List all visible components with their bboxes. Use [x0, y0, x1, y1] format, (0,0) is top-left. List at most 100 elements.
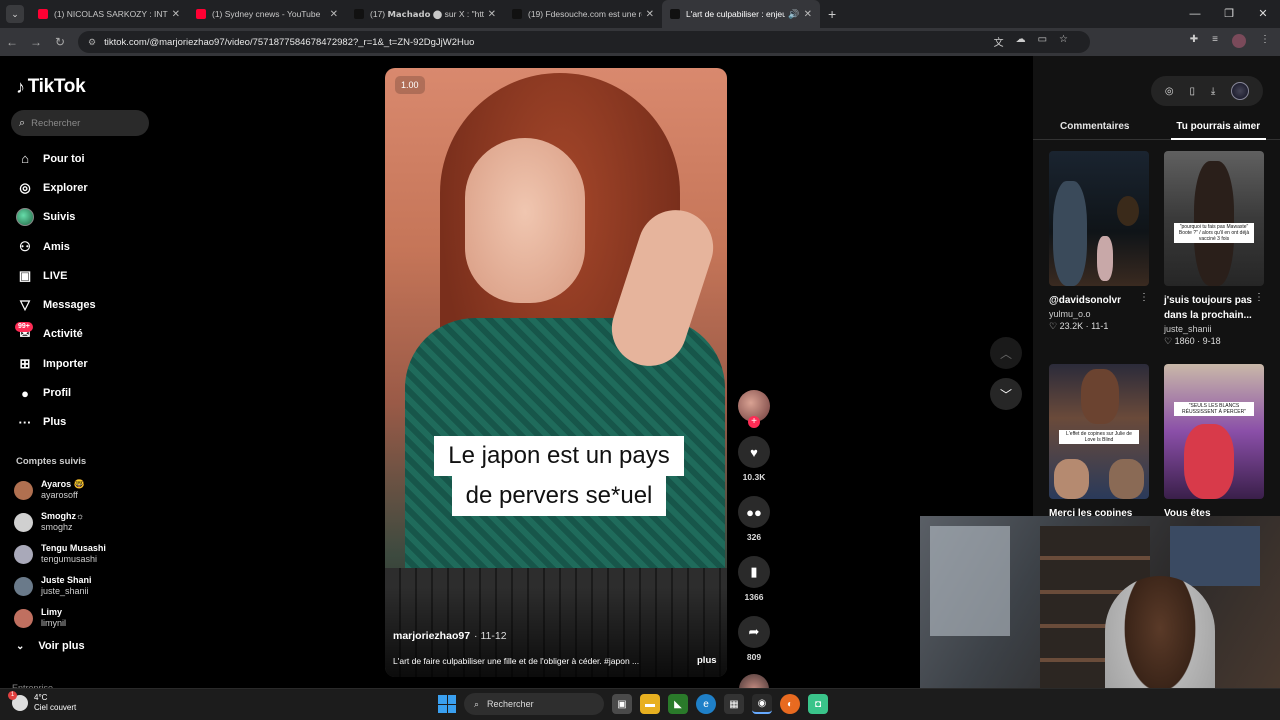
more-options-icon[interactable]: ⋮ — [1139, 292, 1149, 303]
translate-icon[interactable]: 文 — [994, 34, 1004, 49]
menu-item-importer[interactable]: ⊞ Importer — [0, 349, 160, 378]
coin-icon[interactable]: ◎ — [1165, 86, 1174, 97]
taskbar-search[interactable]: ⌕ Rechercher — [464, 693, 604, 715]
tab-comments[interactable]: Commentaires — [1033, 114, 1157, 139]
share-icon[interactable]: ➦ — [738, 616, 770, 648]
video-card[interactable]: "pourquoi tu fais pas Mawaste" Boote ?" … — [1164, 151, 1264, 347]
menu-item-amis[interactable]: ⚇ Amis — [0, 232, 160, 261]
restore-icon[interactable]: ❐ — [1212, 0, 1246, 28]
speaker-icon[interactable]: 🔊 — [788, 9, 799, 20]
video-card[interactable]: @davidsonolvr yulmu_o.o ♡ 23.2K · 11-1 ⋮ — [1049, 151, 1149, 332]
video-player[interactable]: 1.00 Le japon est un pays de pervers se*… — [385, 68, 727, 677]
comment-icon[interactable]: ●● — [738, 496, 770, 528]
menu-item-profil[interactable]: ● Profil — [0, 378, 160, 407]
close-tab-icon[interactable]: ✕ — [804, 9, 812, 20]
creator-avatar[interactable]: + — [738, 390, 770, 428]
cloud-icon[interactable]: ☁ — [1016, 34, 1026, 49]
save-action[interactable]: ▮ 1366 — [736, 556, 772, 602]
video-thumbnail[interactable]: "pourquoi tu fais pas Mawaste" Boote ?" … — [1164, 151, 1264, 286]
close-tab-icon[interactable]: ✕ — [330, 9, 338, 20]
start-button[interactable] — [438, 695, 456, 713]
media-control-icon[interactable]: ≡ — [1212, 34, 1218, 48]
follow-plus-icon[interactable]: + — [748, 416, 760, 428]
download-icon[interactable]: ⤓ — [1211, 86, 1215, 97]
more-icon: ··· — [18, 414, 32, 430]
browser-menu-icon[interactable]: ⋮ — [1260, 34, 1270, 48]
menu-item-explorer[interactable]: ◎ Explorer — [0, 173, 160, 202]
browser-tab[interactable]: L'art de culpabiliser : enjeu 🔊 ✕ — [662, 0, 820, 28]
bookmark-icon[interactable]: ▮ — [738, 556, 770, 588]
following-account[interactable]: Tengu Musashi tengumusashi — [14, 538, 154, 570]
tab-favicon-icon — [512, 9, 522, 19]
browser-tab[interactable]: (1) NICOLAS SARKOZY : INTERV ✕ — [30, 0, 188, 28]
close-tab-icon[interactable]: ✕ — [646, 9, 654, 20]
following-account[interactable]: Limy limynil — [14, 602, 154, 634]
notification-badge: 99+ — [15, 321, 33, 332]
tab-search-button[interactable]: ⌄ — [6, 5, 24, 23]
comment-action[interactable]: ●● 326 — [736, 496, 772, 542]
share-action[interactable]: ➦ 809 — [736, 616, 772, 662]
task-view-icon[interactable]: ▣ — [612, 694, 632, 714]
video-card[interactable]: L'effet de copines sur Julie de Love Is … — [1049, 364, 1149, 521]
new-tab-button[interactable]: + — [828, 6, 836, 22]
user-avatar[interactable] — [1231, 82, 1250, 100]
chrome-icon[interactable]: ◉ — [752, 694, 772, 714]
menu-item-messages[interactable]: ▽ Messages — [0, 290, 160, 319]
minimize-icon[interactable]: — — [1178, 0, 1212, 28]
tiktok-logo[interactable]: ♪ TikTok — [16, 76, 86, 98]
site-info-icon[interactable]: ⚙ — [88, 37, 96, 48]
more-options-icon[interactable]: ⋮ — [1254, 292, 1264, 303]
video-author[interactable]: marjoriezhao97 · 11-12 — [393, 630, 507, 642]
card-user[interactable]: yulmu_o.o — [1049, 309, 1149, 319]
previous-video-button[interactable]: ︿ — [990, 337, 1022, 369]
video-thumbnail[interactable]: "SEULS LES BLANCS RÉUSSISSENT À PERCER" — [1164, 364, 1264, 499]
browser-tab[interactable]: (19) Fdesouche.com est une re ✕ — [504, 0, 662, 28]
close-tab-icon[interactable]: ✕ — [488, 9, 496, 20]
profile-avatar-icon[interactable] — [1232, 34, 1246, 48]
app-icon[interactable]: ◘ — [808, 694, 828, 714]
following-account[interactable]: Juste Shani juste_shanii — [14, 570, 154, 602]
store-icon[interactable]: ▦ — [724, 694, 744, 714]
menu-item-plus[interactable]: ··· Plus — [0, 408, 160, 437]
video-card[interactable]: "SEULS LES BLANCS RÉUSSISSENT À PERCER" … — [1164, 364, 1264, 536]
close-tab-icon[interactable]: ✕ — [172, 9, 180, 20]
close-window-icon[interactable]: ✕ — [1246, 0, 1280, 28]
menu-item-live[interactable]: ▣ LIVE — [0, 261, 160, 290]
nvidia-icon[interactable]: ◣ — [668, 694, 688, 714]
extensions-icon[interactable]: ✚ — [1190, 34, 1198, 48]
address-bar[interactable]: ⚙ tiktok.com/@marjoriezhao97/video/75718… — [78, 31, 1090, 53]
next-video-button[interactable]: ﹀ — [990, 378, 1022, 410]
video-thumbnail[interactable] — [1049, 151, 1149, 286]
file-explorer-icon[interactable]: ▬ — [640, 694, 660, 714]
back-icon[interactable]: ← — [0, 35, 24, 49]
description-more-button[interactable]: plus — [697, 655, 717, 666]
firefox-icon[interactable]: ◐ — [780, 694, 800, 714]
following-account[interactable]: Ayaros 🤓 ayarosoff — [14, 474, 154, 506]
card-user[interactable]: juste_shanii — [1164, 324, 1264, 334]
cast-icon[interactable]: ▭ — [1038, 34, 1047, 49]
search-input[interactable]: ⌕ Rechercher — [11, 110, 149, 136]
avatar — [14, 544, 33, 564]
tab-you-may-like[interactable]: Tu pourrais aimer — [1157, 114, 1280, 140]
forward-icon[interactable]: → — [24, 35, 48, 49]
search-icon: ⌕ — [19, 116, 26, 129]
menu-item-activit-[interactable]: ✉ Activité 99+ — [0, 320, 160, 349]
following-account[interactable]: Smoghz☼ smoghz — [14, 506, 154, 538]
card-title[interactable]: j'suis toujours pas dans la prochain... — [1164, 293, 1254, 323]
see-more-button[interactable]: ⌄ Voir plus — [16, 640, 85, 652]
browser-tab[interactable]: (1) Sydney cnews - YouTube ✕ — [188, 0, 346, 28]
playback-speed-button[interactable]: 1.00 — [395, 76, 425, 94]
heart-icon[interactable]: ♥ — [738, 436, 770, 468]
reload-icon[interactable]: ↻ — [48, 35, 72, 49]
video-thumbnail[interactable]: L'effet de copines sur Julie de Love Is … — [1049, 364, 1149, 499]
card-title[interactable]: @davidsonolvr — [1049, 293, 1139, 308]
menu-item-suivis[interactable]: Suivis — [0, 203, 160, 232]
browser-tab[interactable]: (17) 𝗠𝗮𝗰𝗵𝗮𝗱𝗼 ⬤ sur X : "https: ✕ — [346, 0, 504, 28]
weather-widget[interactable]: 1 4°C Ciel couvert — [8, 691, 76, 713]
like-action[interactable]: ♥ 10.3K — [736, 436, 772, 482]
device-icon[interactable]: ▯ — [1189, 86, 1195, 97]
menu-item-pour-toi[interactable]: ⌂ Pour toi — [0, 144, 160, 173]
edge-icon[interactable]: e — [696, 694, 716, 714]
profile-icon: ● — [21, 385, 29, 401]
bookmark-star-icon[interactable]: ☆ — [1059, 34, 1068, 49]
